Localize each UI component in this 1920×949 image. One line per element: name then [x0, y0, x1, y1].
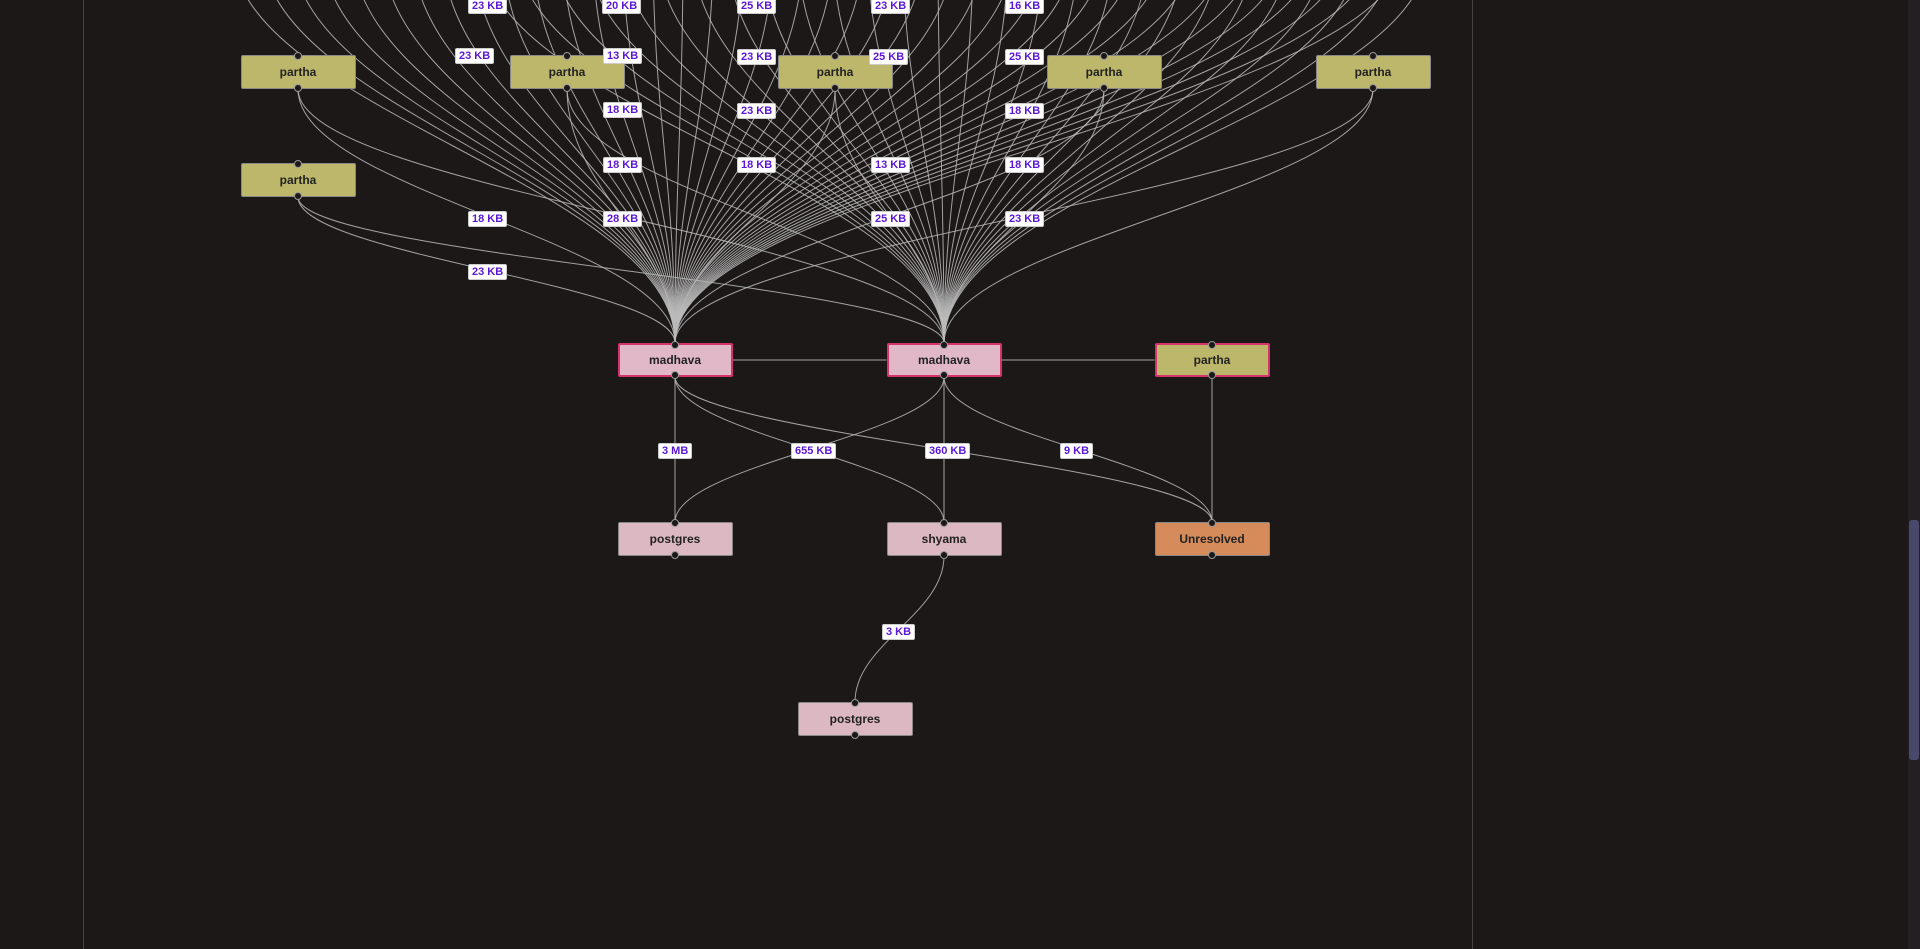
edge-label: 23 KB — [737, 103, 776, 119]
edge-label: 25 KB — [1005, 49, 1044, 65]
edge-label: 18 KB — [468, 211, 507, 227]
edge-label: 3 KB — [882, 624, 915, 640]
edge-label: 16 KB — [1005, 0, 1044, 14]
port-bottom[interactable] — [1208, 371, 1216, 379]
vertical-scrollbar[interactable] — [1908, 0, 1920, 949]
node-postgres[interactable]: postgres — [798, 702, 913, 736]
edge-label: 28 KB — [603, 211, 642, 227]
port-bottom[interactable] — [1369, 84, 1377, 92]
edge-label: 23 KB — [737, 49, 776, 65]
edge-label: 18 KB — [603, 157, 642, 173]
edge-label: 20 KB — [602, 0, 641, 14]
node-label: partha — [1355, 65, 1392, 79]
node-partha[interactable]: partha — [1047, 55, 1162, 89]
edge-label: 18 KB — [737, 157, 776, 173]
node-label: madhava — [649, 353, 701, 367]
edge-label: 23 KB — [1005, 211, 1044, 227]
port-top[interactable] — [294, 52, 302, 60]
node-partha[interactable]: partha — [1155, 343, 1270, 377]
edge-label: 23 KB — [468, 264, 507, 280]
node-partha[interactable]: partha — [241, 163, 356, 197]
edge-label: 23 KB — [871, 0, 910, 14]
node-label: madhava — [918, 353, 970, 367]
edge-label: 360 KB — [925, 443, 970, 459]
port-bottom[interactable] — [294, 84, 302, 92]
edge-label: 25 KB — [869, 49, 908, 65]
edge-label: 3 MB — [658, 443, 692, 459]
node-partha[interactable]: partha — [1316, 55, 1431, 89]
port-top[interactable] — [671, 519, 679, 527]
port-top[interactable] — [940, 519, 948, 527]
port-bottom[interactable] — [851, 731, 859, 739]
node-label: partha — [280, 65, 317, 79]
edge-label: 23 KB — [468, 0, 507, 14]
port-bottom[interactable] — [940, 371, 948, 379]
node-madhava[interactable]: madhava — [618, 343, 733, 377]
node-label: shyama — [922, 532, 967, 546]
node-label: partha — [280, 173, 317, 187]
port-top[interactable] — [831, 52, 839, 60]
port-top[interactable] — [563, 52, 571, 60]
port-top[interactable] — [294, 160, 302, 168]
node-shyama[interactable]: shyama — [887, 522, 1002, 556]
port-bottom[interactable] — [1208, 551, 1216, 559]
graph-canvas[interactable] — [83, 0, 1473, 949]
scrollbar-thumb[interactable] — [1909, 520, 1919, 760]
port-bottom[interactable] — [563, 84, 571, 92]
node-postgres[interactable]: postgres — [618, 522, 733, 556]
node-label: partha — [1194, 353, 1231, 367]
edge-label: 25 KB — [871, 211, 910, 227]
node-label: partha — [549, 65, 586, 79]
port-bottom[interactable] — [940, 551, 948, 559]
edge-label: 18 KB — [603, 102, 642, 118]
edge-label: 655 KB — [791, 443, 836, 459]
port-bottom[interactable] — [1100, 84, 1108, 92]
node-label: postgres — [830, 712, 881, 726]
port-top[interactable] — [1100, 52, 1108, 60]
edge-label: 13 KB — [603, 48, 642, 64]
edge-label: 25 KB — [737, 0, 776, 14]
port-bottom[interactable] — [671, 371, 679, 379]
port-bottom[interactable] — [671, 551, 679, 559]
node-label: Unresolved — [1179, 532, 1244, 546]
node-label: postgres — [650, 532, 701, 546]
edge-label: 18 KB — [1005, 103, 1044, 119]
port-top[interactable] — [1208, 519, 1216, 527]
port-bottom[interactable] — [294, 192, 302, 200]
port-top[interactable] — [1369, 52, 1377, 60]
port-top[interactable] — [940, 341, 948, 349]
node-partha[interactable]: partha — [241, 55, 356, 89]
edge-label: 18 KB — [1005, 157, 1044, 173]
port-top[interactable] — [671, 341, 679, 349]
node-unresolved[interactable]: Unresolved — [1155, 522, 1270, 556]
port-bottom[interactable] — [831, 84, 839, 92]
node-label: partha — [817, 65, 854, 79]
port-top[interactable] — [1208, 341, 1216, 349]
node-label: partha — [1086, 65, 1123, 79]
edge-label: 9 KB — [1060, 443, 1093, 459]
node-madhava[interactable]: madhava — [887, 343, 1002, 377]
port-top[interactable] — [851, 699, 859, 707]
edge-label: 13 KB — [871, 157, 910, 173]
edge-label: 23 KB — [455, 48, 494, 64]
